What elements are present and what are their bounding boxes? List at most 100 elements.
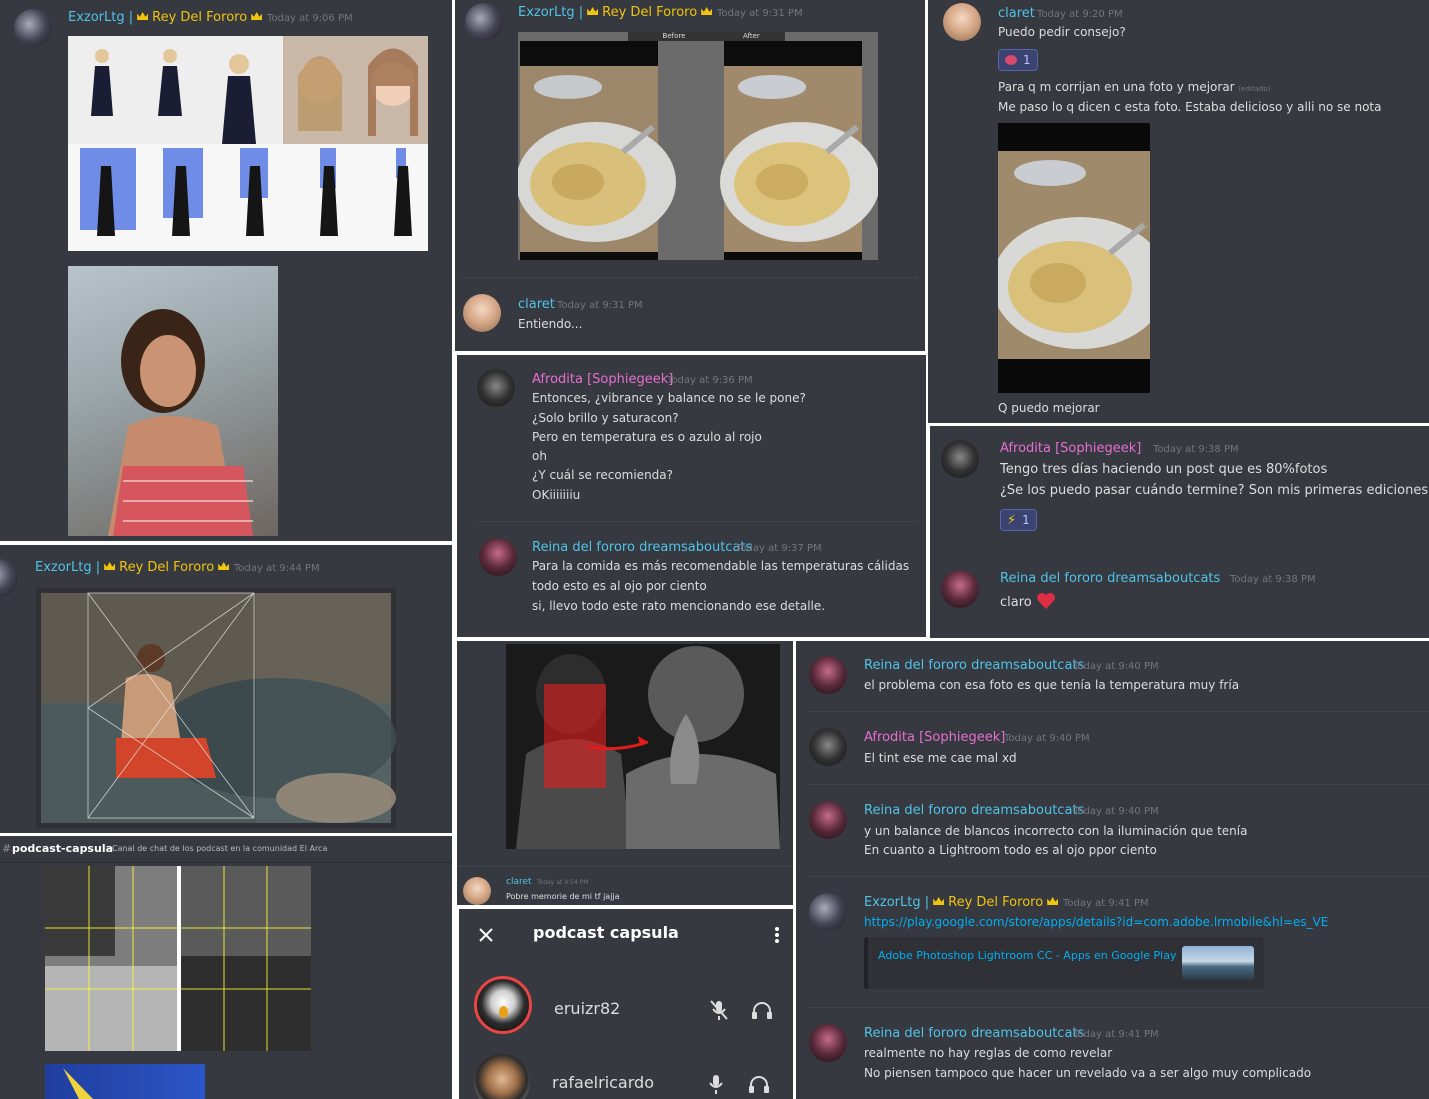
timestamp: Today at 9:31 PM xyxy=(557,300,643,311)
panel-chat-thread: Reina del fororo dreamsaboutcats Today a… xyxy=(796,641,1429,1099)
message-text: Entiendo... xyxy=(518,317,583,331)
message-text: Me paso lo q dicen c esta foto. Estaba d… xyxy=(998,100,1382,114)
avatar[interactable] xyxy=(809,728,847,766)
image-bedroom-grid[interactable] xyxy=(45,866,311,1051)
username[interactable]: Reina del fororo dreamsaboutcats xyxy=(864,658,1084,673)
crown-icon xyxy=(104,562,116,570)
lightning-icon: ⚡ xyxy=(1007,512,1017,528)
avatar[interactable] xyxy=(463,877,491,905)
image-blue-light[interactable] xyxy=(45,1064,205,1099)
avatar[interactable] xyxy=(941,570,979,608)
timestamp: Today at 9:40 PM xyxy=(1073,806,1159,817)
member-name: eruizr82 xyxy=(554,999,621,1018)
divider xyxy=(809,876,1429,877)
message-text: el problema con esa foto es que tenía la… xyxy=(864,678,1240,692)
username[interactable]: Reina del fororo dreamsaboutcats xyxy=(1000,571,1220,586)
heart-icon xyxy=(1037,592,1055,610)
emoji-icon xyxy=(1005,55,1017,65)
username[interactable]: Reina del fororo dreamsaboutcats xyxy=(532,540,752,555)
username[interactable]: ExzorLtg | Rey Del Fororo xyxy=(518,5,716,20)
timestamp: Today at 9:54 PM xyxy=(537,879,589,886)
avatar[interactable] xyxy=(0,559,18,597)
avatar[interactable] xyxy=(941,440,979,478)
avatar[interactable] xyxy=(479,538,517,576)
username[interactable]: Afrodita [Sophiegeek] xyxy=(864,730,1005,745)
image-dress-collage[interactable] xyxy=(68,36,428,251)
username[interactable]: ExzorLtg | Rey Del Fororo xyxy=(68,10,266,25)
username[interactable]: Afrodita [Sophiegeek] xyxy=(532,372,673,387)
message-text: En cuanto a Lightroom todo es al ojo ppo… xyxy=(864,843,1157,857)
headphones-icon[interactable] xyxy=(751,1000,773,1020)
mic-icon[interactable] xyxy=(706,1073,726,1095)
image-food[interactable] xyxy=(998,123,1150,393)
reaction[interactable]: 1 xyxy=(998,49,1038,71)
crown-icon xyxy=(251,12,263,20)
crown-icon xyxy=(933,897,945,905)
message-text: oh xyxy=(532,449,547,463)
more-options-icon[interactable] xyxy=(774,926,780,944)
link[interactable]: https://play.google.com/store/apps/detai… xyxy=(864,915,1328,929)
message-text: Para q m corrijan en una foto y mejorar … xyxy=(998,80,1271,94)
timestamp: Today at 9:38 PM xyxy=(1230,574,1316,585)
timestamp: Today at 9:20 PM xyxy=(1037,9,1123,20)
avatar[interactable] xyxy=(943,3,981,41)
timestamp: Today at 9:44 PM xyxy=(234,563,320,574)
message-text: claro xyxy=(1000,592,1056,610)
message-text: realmente no hay reglas de como revelar xyxy=(864,1046,1113,1060)
message-text: si, llevo todo este rato mencionando ese… xyxy=(532,599,826,613)
username[interactable]: Reina del fororo dreamsaboutcats xyxy=(864,1026,1084,1041)
message-text: Q puedo mejorar xyxy=(998,401,1100,415)
avatar[interactable] xyxy=(809,893,847,931)
username[interactable]: claret xyxy=(998,6,1035,21)
message-text: El tint ese me cae mal xd xyxy=(864,751,1017,765)
avatar[interactable] xyxy=(809,1024,847,1062)
panel-exzor-photos: ExzorLtg | Rey Del Fororo Today at 9:06 P… xyxy=(0,0,452,541)
link-embed[interactable]: Adobe Photoshop Lightroom CC - Apps en G… xyxy=(864,937,1264,989)
channel-topic: Canal de chat de los podcast en la comun… xyxy=(112,844,328,853)
panel-claret-food: claret Today at 9:20 PM Puedo pedir cons… xyxy=(928,0,1429,423)
username[interactable]: claret xyxy=(506,877,532,887)
timestamp: Today at 9:06 PM xyxy=(267,13,353,24)
bedroom-graphic xyxy=(45,866,311,1051)
avatar[interactable] xyxy=(809,656,847,694)
close-icon[interactable] xyxy=(478,927,494,943)
channel-header: # podcast-capsula Canal de chat de los p… xyxy=(0,836,452,863)
divider xyxy=(809,711,1429,712)
timestamp: Today at 9:37 PM xyxy=(736,543,822,554)
panel-afrodita-post: Afrodita [Sophiegeek] Today at 9:38 PM T… xyxy=(930,426,1429,638)
message-text: ¿Y cuál se recomienda? xyxy=(532,468,674,482)
member-name: rafaelricardo xyxy=(552,1073,654,1092)
light-graphic xyxy=(63,1068,93,1099)
message-text: Entonces, ¿vibrance y balance no se le p… xyxy=(532,391,806,405)
image-before-after[interactable]: Before After xyxy=(518,32,878,260)
image-portrait[interactable] xyxy=(68,266,278,536)
timestamp: Today at 9:41 PM xyxy=(1063,898,1149,909)
username[interactable]: ExzorLtg | Rey Del Fororo xyxy=(864,895,1062,910)
mic-muted-icon[interactable] xyxy=(709,999,729,1021)
role-name: Rey Del Fororo xyxy=(948,895,1044,910)
crown-icon xyxy=(587,7,599,15)
reaction[interactable]: ⚡ 1 xyxy=(1000,509,1037,531)
username[interactable]: Afrodita [Sophiegeek] xyxy=(1000,441,1141,456)
voice-member[interactable]: rafaelricardo xyxy=(459,1049,793,1099)
voice-member[interactable]: eruizr82 xyxy=(459,973,793,1043)
embed-title[interactable]: Adobe Photoshop Lightroom CC - Apps en G… xyxy=(878,949,1177,962)
username[interactable]: Reina del fororo dreamsaboutcats xyxy=(864,803,1084,818)
username[interactable]: claret xyxy=(518,297,555,312)
food-graphic xyxy=(518,41,878,260)
avatar[interactable] xyxy=(809,801,847,839)
avatar[interactable] xyxy=(465,3,503,41)
channel-name[interactable]: podcast-capsula xyxy=(12,842,113,855)
avatar[interactable] xyxy=(477,369,515,407)
username[interactable]: ExzorLtg | Rey Del Fororo xyxy=(35,560,233,575)
image-hands[interactable] xyxy=(506,644,780,849)
edited-tag: (editado) xyxy=(1238,85,1271,93)
avatar[interactable] xyxy=(14,9,52,47)
food-graphic xyxy=(998,151,1150,359)
collage-graphic xyxy=(68,36,428,251)
divider xyxy=(457,866,793,867)
headphones-icon[interactable] xyxy=(748,1074,770,1094)
crown-icon xyxy=(1047,897,1059,905)
avatar[interactable] xyxy=(463,294,501,332)
image-composition[interactable] xyxy=(36,588,396,828)
